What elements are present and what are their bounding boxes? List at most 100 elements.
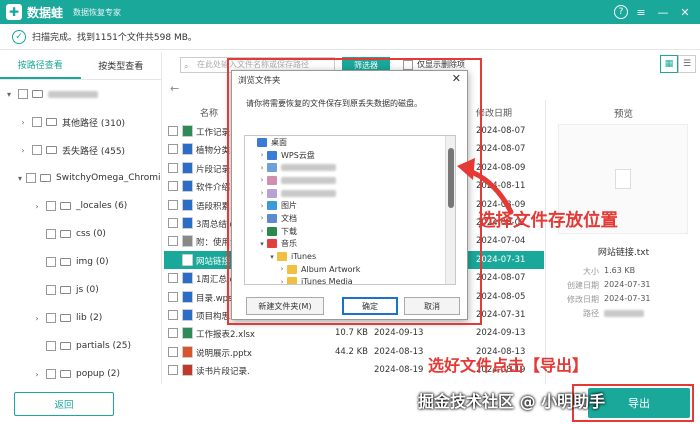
file-checkbox[interactable] xyxy=(168,273,178,284)
tree-item[interactable]: ▾ SwitchyOmega_Chromium xyxy=(0,164,161,192)
watermark: 掘金技术社区 @ 小明助手 xyxy=(418,392,606,411)
file-checkbox[interactable] xyxy=(168,346,178,357)
tree-item[interactable]: › lib (2) xyxy=(0,304,161,332)
dialog-tree-item[interactable]: ▾ 音乐 xyxy=(245,238,455,251)
tree-checkbox[interactable] xyxy=(32,145,42,155)
tree-checkbox[interactable] xyxy=(18,89,28,99)
file-checkbox[interactable] xyxy=(168,181,178,192)
tree-item[interactable]: css (0) xyxy=(0,220,161,248)
dialog-tree-item[interactable]: › iTunes Media xyxy=(245,276,455,284)
dialog-tree-item[interactable]: › 下载 xyxy=(245,225,455,238)
file-checkbox[interactable] xyxy=(168,199,178,210)
column-modified[interactable]: 修改日期 xyxy=(476,106,512,119)
tree-item[interactable]: › _locales (6) xyxy=(0,192,161,220)
tab-by-type[interactable]: 按类型查看 xyxy=(81,52,162,79)
tree-item-label: img (0) xyxy=(76,257,109,267)
tab-by-path[interactable]: 按路径查看 xyxy=(0,52,81,79)
tree-item[interactable]: js (0) xyxy=(0,276,161,304)
tree-checkbox[interactable] xyxy=(46,369,56,379)
only-deleted-checkbox[interactable] xyxy=(403,59,413,70)
file-created: 2024-09-13 xyxy=(374,328,424,339)
file-checkbox[interactable] xyxy=(168,254,178,265)
new-folder-button[interactable]: 新建文件夹(M) xyxy=(246,297,324,315)
expand-arrow-icon[interactable]: ▾ xyxy=(4,90,14,99)
dialog-tree-item[interactable]: › xyxy=(245,187,455,200)
dialog-tree-item[interactable]: ▾ iTunes xyxy=(245,250,455,263)
tree-item[interactable]: › popup (2) xyxy=(0,360,161,388)
expand-arrow-icon[interactable]: › xyxy=(257,176,267,184)
tree-checkbox[interactable] xyxy=(46,285,56,295)
dialog-tree-item[interactable]: › WPS云盘 xyxy=(245,149,455,162)
file-modified: 2024-09-13 xyxy=(476,328,526,339)
column-name[interactable]: 名称 xyxy=(200,106,218,119)
ok-button[interactable]: 确定 xyxy=(342,297,398,315)
back-button[interactable]: 返回 xyxy=(14,392,114,416)
dialog-close-icon[interactable]: ✕ xyxy=(452,72,461,85)
file-checkbox[interactable] xyxy=(168,291,178,302)
expand-arrow-icon[interactable]: › xyxy=(257,227,267,235)
dialog-tree-item[interactable]: › 图片 xyxy=(245,199,455,212)
dialog-tree-item[interactable]: › xyxy=(245,174,455,187)
file-checkbox[interactable] xyxy=(168,328,178,339)
tree-checkbox[interactable] xyxy=(46,341,56,351)
expand-arrow-icon[interactable]: ▾ xyxy=(257,240,267,248)
file-checkbox[interactable] xyxy=(168,162,178,173)
tree-item[interactable]: img (0) xyxy=(0,248,161,276)
close-icon[interactable]: ✕ xyxy=(676,3,694,21)
expand-arrow-icon[interactable]: › xyxy=(257,151,267,159)
file-checkbox[interactable] xyxy=(168,144,178,155)
expand-arrow-icon[interactable]: ▾ xyxy=(18,174,22,183)
help-icon[interactable]: ? xyxy=(614,5,628,19)
dialog-scrollbar[interactable] xyxy=(445,136,455,284)
tree-checkbox[interactable] xyxy=(46,229,56,239)
expand-arrow-icon[interactable]: › xyxy=(277,265,287,273)
file-checkbox[interactable] xyxy=(168,309,178,320)
expand-arrow-icon[interactable]: › xyxy=(257,189,267,197)
expand-arrow-icon[interactable]: › xyxy=(32,370,42,379)
modified-value: 2024-07-31 xyxy=(604,294,651,303)
dialog-tree-item[interactable]: › Album Artwork xyxy=(245,263,455,276)
back-arrow-icon[interactable]: ← xyxy=(170,82,179,95)
doc-file-icon xyxy=(182,198,193,211)
tree-checkbox[interactable] xyxy=(46,313,56,323)
tree-item[interactable]: › 丢失路径 (455) xyxy=(0,136,161,164)
tree-checkbox[interactable] xyxy=(46,257,56,267)
dialog-tree-item[interactable]: 桌面 xyxy=(245,136,455,149)
tree-checkbox[interactable] xyxy=(46,201,56,211)
expand-arrow-icon[interactable]: › xyxy=(32,314,42,323)
expand-arrow-icon[interactable]: › xyxy=(257,214,267,222)
tree-item[interactable]: partials (25) xyxy=(0,332,161,360)
cancel-button[interactable]: 取消 xyxy=(404,297,460,315)
file-checkbox[interactable] xyxy=(168,236,178,247)
menu-icon[interactable]: ≡ xyxy=(632,3,650,21)
expand-arrow-icon[interactable]: › xyxy=(18,146,28,155)
only-deleted-toggle[interactable]: 仅显示删除项 xyxy=(399,59,465,70)
tree-checkbox[interactable] xyxy=(32,117,42,127)
grid-view-icon[interactable]: ▦ xyxy=(660,55,678,73)
tree-checkbox[interactable] xyxy=(26,173,37,183)
file-row[interactable]: 工作报表2.xlsx 10.7 KB 2024-09-13 2024-09-13 xyxy=(164,324,544,342)
expand-arrow-icon[interactable]: › xyxy=(257,202,267,210)
file-checkbox[interactable] xyxy=(168,217,178,228)
app-subtitle: 数据恢复专家 xyxy=(73,7,122,17)
minimize-icon[interactable]: — xyxy=(654,3,672,21)
file-checkbox[interactable] xyxy=(168,126,178,136)
dialog-tree-label: WPS云盘 xyxy=(281,150,315,160)
browse-folder-dialog: 浏览文件夹 ✕ 请你将需要恢复的文件保存到原丢失数据的磁盘。 桌面 › WPS云盘 ›… xyxy=(231,70,468,320)
dialog-tree-item[interactable]: › 文档 xyxy=(245,212,455,225)
file-checkbox[interactable] xyxy=(168,365,178,376)
expand-arrow-icon[interactable]: › xyxy=(277,278,287,284)
list-view-icon[interactable]: ☰ xyxy=(678,55,696,73)
expand-arrow-icon[interactable]: › xyxy=(18,118,28,127)
dialog-tree-item[interactable]: › xyxy=(245,161,455,174)
tree-item[interactable]: › 其他路径 (310) xyxy=(0,108,161,136)
doc-file-icon xyxy=(182,272,193,285)
tree-item-label: 丢失路径 (455) xyxy=(62,146,126,157)
folder-icon xyxy=(32,90,43,98)
expand-arrow-icon[interactable]: › xyxy=(32,202,42,211)
doc-file-icon xyxy=(182,308,193,321)
expand-arrow-icon[interactable]: › xyxy=(257,164,267,172)
expand-arrow-icon[interactable]: ▾ xyxy=(267,253,277,261)
scrollbar-thumb[interactable] xyxy=(448,148,454,208)
tree-item[interactable]: ▾ xyxy=(0,80,161,108)
